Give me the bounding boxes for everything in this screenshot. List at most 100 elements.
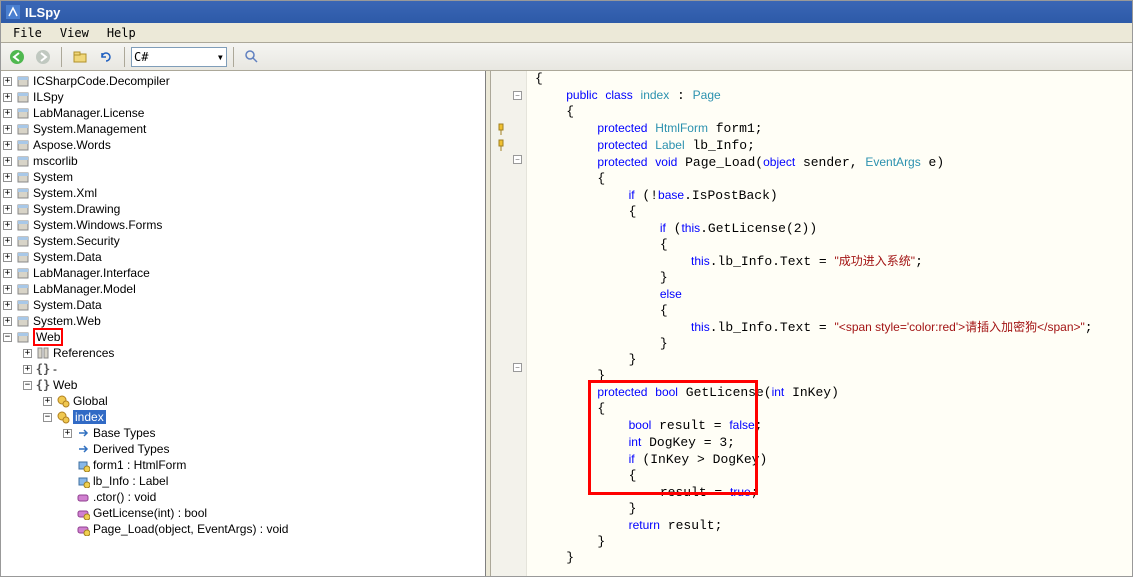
tree-label: -: [53, 362, 57, 376]
expand-icon[interactable]: [3, 317, 12, 326]
menu-help[interactable]: Help: [99, 24, 144, 42]
tree-label: LabManager.License: [33, 106, 144, 120]
tree-label: Global: [73, 394, 108, 408]
expand-icon[interactable]: [3, 125, 12, 134]
tree-assembly-web[interactable]: Web: [3, 329, 483, 345]
expand-icon[interactable]: [3, 189, 12, 198]
menu-file[interactable]: File: [5, 24, 50, 42]
fold-minus-icon[interactable]: −: [513, 363, 522, 372]
fold-minus-icon[interactable]: −: [513, 155, 522, 164]
expand-icon[interactable]: [3, 157, 12, 166]
expand-icon[interactable]: [3, 77, 12, 86]
language-combo[interactable]: C#: [131, 47, 227, 67]
tree-assembly[interactable]: System.Drawing: [3, 201, 483, 217]
tree-assembly[interactable]: System.Data: [3, 249, 483, 265]
expand-icon[interactable]: [3, 269, 12, 278]
assembly-icon: [15, 297, 31, 313]
assembly-icon: [15, 137, 31, 153]
forward-button[interactable]: [31, 46, 55, 68]
tree-assembly[interactable]: Aspose.Words: [3, 137, 483, 153]
assembly-icon: [15, 249, 31, 265]
tree-assembly[interactable]: System: [3, 169, 483, 185]
window-title: ILSpy: [25, 5, 60, 20]
tree-assembly[interactable]: System.Web: [3, 313, 483, 329]
fold-minus-icon[interactable]: −: [513, 91, 522, 100]
expand-icon[interactable]: [3, 173, 12, 182]
arrow-icon: [75, 441, 91, 457]
expand-icon[interactable]: [3, 93, 12, 102]
expand-icon[interactable]: [3, 237, 12, 246]
expand-icon[interactable]: [3, 253, 12, 262]
collapse-icon[interactable]: [23, 381, 32, 390]
tree-label: .ctor() : void: [93, 490, 156, 504]
tree-label: System.Management: [33, 122, 146, 136]
tree-assembly[interactable]: ILSpy: [3, 89, 483, 105]
collapse-icon[interactable]: [43, 413, 52, 422]
tree-label: Base Types: [93, 426, 155, 440]
expand-icon[interactable]: [63, 429, 72, 438]
tree-label: System.Web: [33, 314, 101, 328]
tree-class-index[interactable]: index: [3, 409, 483, 425]
expand-icon[interactable]: [3, 141, 12, 150]
expand-icon[interactable]: [3, 221, 12, 230]
assembly-icon: [15, 233, 31, 249]
method-icon: [75, 505, 91, 521]
tree-assembly[interactable]: LabManager.Model: [3, 281, 483, 297]
tree-base-types[interactable]: Base Types: [3, 425, 483, 441]
method-icon: [75, 489, 91, 505]
tree-ns-dash[interactable]: {}-: [3, 361, 483, 377]
tree-label: LabManager.Interface: [33, 266, 150, 280]
tree-field-lbinfo[interactable]: lb_Info : Label: [3, 473, 483, 489]
tree-assembly[interactable]: LabManager.License: [3, 105, 483, 121]
tree-assembly[interactable]: System.Security: [3, 233, 483, 249]
tree-label: LabManager.Model: [33, 282, 136, 296]
tree-label: System.Security: [33, 234, 120, 248]
expand-icon[interactable]: [43, 397, 52, 406]
collapse-icon[interactable]: [3, 333, 12, 342]
tree-class-global[interactable]: Global: [3, 393, 483, 409]
tree-assembly[interactable]: LabManager.Interface: [3, 265, 483, 281]
pin-icon: [495, 139, 509, 153]
expand-icon[interactable]: [23, 365, 32, 374]
code-viewer[interactable]: − − − { public class index : Page { prot…: [491, 71, 1132, 576]
references-icon: [35, 345, 51, 361]
expand-icon[interactable]: [3, 285, 12, 294]
tree-assembly[interactable]: System.Data: [3, 297, 483, 313]
tree-references[interactable]: References: [3, 345, 483, 361]
tree-assembly[interactable]: System.Windows.Forms: [3, 217, 483, 233]
search-button[interactable]: [240, 46, 264, 68]
field-icon: [75, 473, 91, 489]
expand-icon[interactable]: [3, 109, 12, 118]
assembly-icon: [15, 313, 31, 329]
refresh-button[interactable]: [94, 46, 118, 68]
back-button[interactable]: [5, 46, 29, 68]
assembly-tree[interactable]: ICSharpCode.DecompilerILSpy LabManager.Li…: [1, 71, 486, 576]
tree-method-pageload[interactable]: Page_Load(object, EventArgs) : void: [3, 521, 483, 537]
open-button[interactable]: [68, 46, 92, 68]
tree-assembly[interactable]: System.Xml: [3, 185, 483, 201]
tree-assembly[interactable]: ICSharpCode.Decompiler: [3, 73, 483, 89]
class-icon: [55, 393, 71, 409]
tree-assembly[interactable]: mscorlib: [3, 153, 483, 169]
tree-label: System.Windows.Forms: [33, 218, 162, 232]
tree-label: Aspose.Words: [33, 138, 111, 152]
tree-method-getlicense[interactable]: GetLicense(int) : bool: [3, 505, 483, 521]
tree-label: ILSpy: [33, 90, 64, 104]
expand-icon[interactable]: [3, 205, 12, 214]
tree-label: index: [73, 410, 106, 424]
tree-method-ctor[interactable]: .ctor() : void: [3, 489, 483, 505]
assembly-icon: [15, 153, 31, 169]
assembly-icon: [15, 265, 31, 281]
tree-label: System.Drawing: [33, 202, 120, 216]
method-icon: [75, 521, 91, 537]
tree-ns-web[interactable]: {}Web: [3, 377, 483, 393]
toolbar: C#: [1, 43, 1132, 71]
expand-icon[interactable]: [3, 301, 12, 310]
tree-derived-types[interactable]: Derived Types: [3, 441, 483, 457]
tree-assembly[interactable]: System.Management: [3, 121, 483, 137]
gutter: − − −: [491, 71, 527, 576]
menu-view[interactable]: View: [52, 24, 97, 42]
expand-icon[interactable]: [23, 349, 32, 358]
assembly-icon: [15, 281, 31, 297]
tree-field-form1[interactable]: form1 : HtmlForm: [3, 457, 483, 473]
